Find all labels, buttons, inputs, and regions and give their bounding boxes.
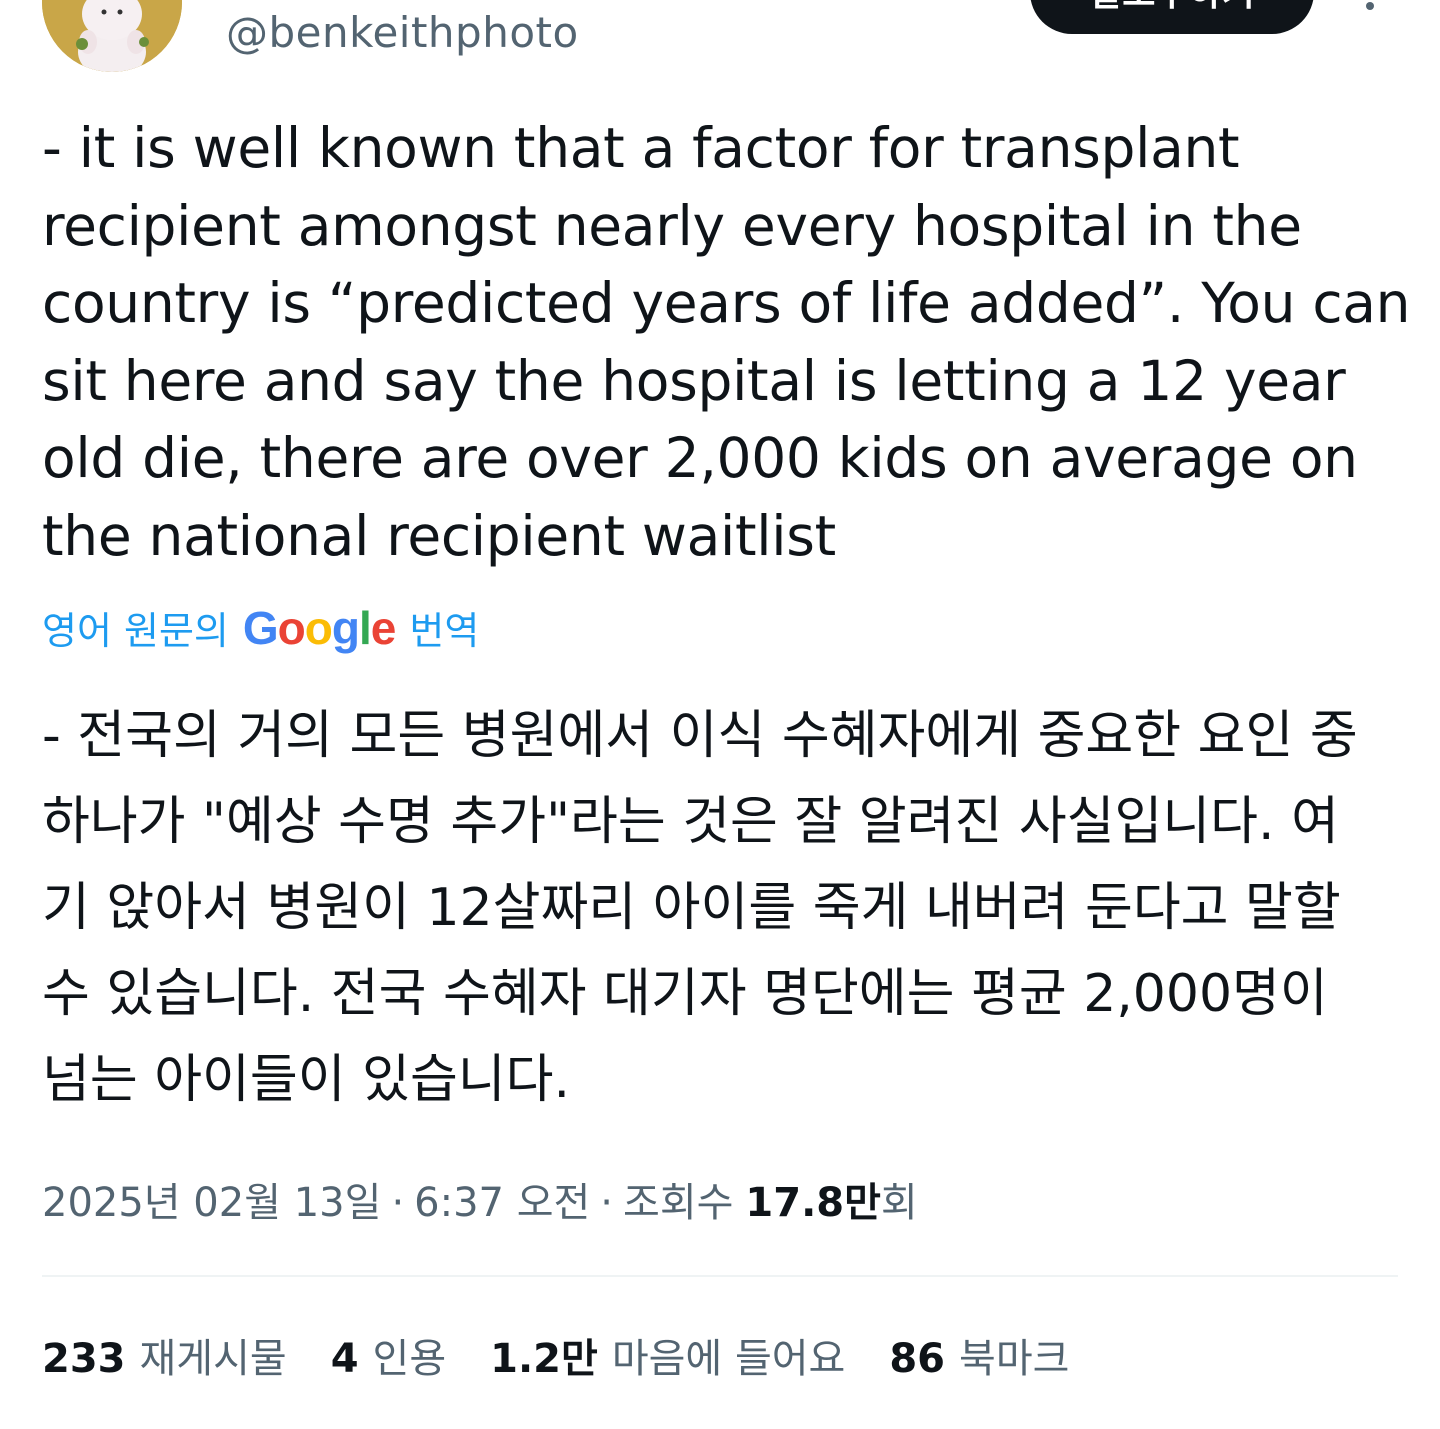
follow-button[interactable]: 팔로우하기 [1030,0,1314,34]
stat-label: 재게시물 [139,1336,287,1382]
views-count: 17.8만 [745,1180,881,1226]
stat-likes[interactable]: 1.2만 마음에 들어요 [490,1326,845,1384]
stat-label: 인용 [372,1336,447,1382]
user-handle[interactable]: @benkeithphoto [226,8,579,57]
translate-prefix: 영어 원문의 [42,609,229,653]
stat-bookmarks[interactable]: 86 북마크 [889,1326,1069,1384]
google-letter: o [304,601,333,654]
google-letter: l [359,601,372,654]
stat-count: 4 [330,1336,359,1382]
google-logo: Google [242,601,397,655]
views-suffix: 회 [880,1180,918,1226]
cartoon-avatar-icon [42,0,182,72]
google-letter: o [277,601,306,654]
avatar[interactable] [42,0,182,72]
tweet-meta: 2025년 02월 13일 · 6:37 오전 · 조회수 17.8만 회 [42,1170,918,1228]
tweet-text: - it is well known that a factor for tra… [42,116,1411,568]
stat-count: 1.2만 [490,1336,598,1382]
tweet-date[interactable]: 2025년 02월 13일 [42,1170,381,1228]
divider [42,1275,1398,1277]
stat-count: 233 [42,1336,126,1382]
google-letter: G [242,601,279,654]
google-letter: g [331,601,360,654]
meta-separator: · [391,1180,405,1226]
translate-suffix: 번역 [409,609,480,653]
meta-separator: · [600,1180,614,1226]
stat-count: 86 [889,1336,946,1382]
translate-link[interactable]: 영어 원문의 Google 번역 [42,600,479,655]
tweet-detail-page: @benkeithphoto 팔로우하기 - it is well known … [0,0,1440,1429]
engagement-stats: 233 재게시물 4 인용 1.2만 마음에 들어요 86 북마크 [42,1326,1113,1384]
google-letter: e [370,601,397,654]
tweet-time[interactable]: 6:37 오전 [414,1170,590,1228]
views-label: 조회수 [623,1180,734,1226]
more-dots-icon[interactable] [1350,0,1390,20]
stat-label: 마음에 들어요 [611,1336,846,1382]
stat-reposts[interactable]: 233 재게시물 [42,1326,287,1384]
stat-label: 북마크 [959,1336,1070,1382]
stat-quotes[interactable]: 4 인용 [331,1326,446,1384]
translated-text: - 전국의 거의 모든 병원에서 이식 수혜자에게 중요한 요인 중 하나가 "… [42,706,1358,1110]
